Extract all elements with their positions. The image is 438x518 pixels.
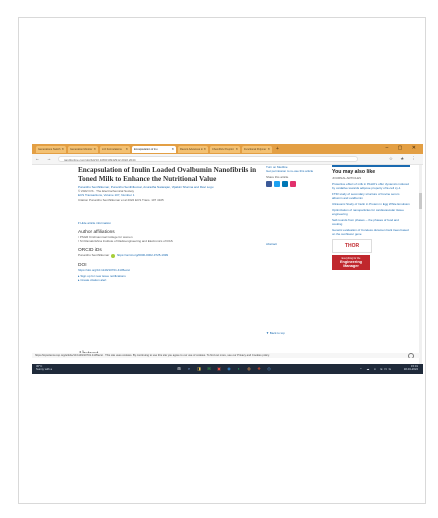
tab-label: Recent Advances in [180, 147, 203, 151]
permission-link[interactable]: Get permission to re-use this article [266, 169, 326, 173]
orcid-link[interactable]: https://orcid.org/0000-0002-3725-1999 [117, 253, 168, 257]
related-article-link[interactable]: Optimization of nanoparticles for cardio… [332, 208, 410, 216]
browser-tab-active[interactable]: Encapsulation of Inu ✕ [132, 145, 176, 153]
windows-taskbar: 30°C Sunny with a ⊞ ⌕ ◨ ✉ ▣ ◉ ◐ ◍ ❖ ◎ ^ ☁ ⏸ ENG 1… [32, 364, 423, 374]
close-icon[interactable]: ✕ [61, 147, 64, 151]
related-article-link[interactable]: Self-rounds from phases -- the phases of… [332, 218, 410, 226]
you-may-like-heading: You may also like [332, 165, 410, 175]
thor-ad[interactable]: THOR [332, 239, 372, 253]
url-field[interactable]: tandfonline.com/doi/full/10.1080/1094291… [58, 156, 358, 162]
affiliation-2: ² Sri Ramakrishna Institute of Radioengi… [78, 239, 173, 244]
taskbar-app-icon[interactable]: ◍ [246, 366, 252, 372]
toolbar-icons[interactable]: ☆ ★ ⋮ [389, 156, 419, 162]
twitter-icon[interactable] [274, 180, 280, 187]
article-citation: Citation Punanthu Senthilkumar et al 202… [78, 197, 164, 202]
system-tray[interactable]: ^ ☁ ⏸ ENG [360, 367, 393, 371]
related-article-link[interactable]: Genetic evaluation of Cureless duramen b… [332, 228, 410, 236]
related-article-link[interactable]: Ultrasonic Study of Inulin in Protein in… [332, 202, 410, 206]
cookie-text: https://iopscience.iop.org/article/10.11… [35, 354, 270, 357]
close-icon[interactable] [408, 353, 414, 358]
taskbar-app-icon[interactable]: ⊞ [176, 366, 182, 372]
browser-tab[interactable]: Functional Polymer ✕ [242, 145, 272, 153]
taskbar-app-icon[interactable]: ❖ [256, 366, 262, 372]
share-buttons [266, 180, 326, 187]
tab-label: ChemRxiv Preprint [212, 147, 234, 151]
related-article-link[interactable]: FTIR study of secondary structure of bov… [332, 192, 410, 200]
article-main: Encapsulation of Inulin Loaded Ovalbumin… [78, 165, 260, 357]
close-icon[interactable]: ✕ [267, 147, 270, 151]
tab-label: LCI Formulations [102, 147, 122, 151]
article-actions: Turn on Medline Get permission to re-use… [266, 165, 326, 335]
article-title: Encapsulation of Inulin Loaded Ovalbumin… [78, 166, 257, 183]
taskbar-app-icon[interactable]: ◉ [226, 366, 232, 372]
clock-date: 18-04-2022 [403, 367, 418, 372]
mendeley-icon[interactable] [290, 180, 296, 187]
taskbar-app-icon[interactable]: ◐ [236, 366, 242, 372]
close-icon[interactable]: ✕ [203, 147, 206, 151]
journal-articles-label: JOURNAL ARTICLES [332, 176, 362, 180]
article-page: Encapsulation of Inulin Loaded Ovalbumin… [32, 165, 423, 364]
tab-label: Generations Switch [38, 147, 61, 151]
taskbar-app-icon[interactable]: ◎ [266, 366, 272, 372]
weather-text: Sunny with a [36, 367, 53, 372]
ad-headline: Engineering Manager [340, 260, 362, 268]
close-icon[interactable]: ✕ [235, 147, 238, 151]
taskbar-app-icon[interactable]: ✉ [206, 366, 212, 372]
browser-tab[interactable]: Generation Monitor ✕ [68, 145, 98, 153]
browser-tab-strip: Generations Switch ✕ Generation Monitor ✕ … [32, 144, 423, 154]
browser-tab[interactable]: Recent Advances in ✕ [178, 145, 208, 153]
browser-tab[interactable]: Generations Switch ✕ [36, 145, 66, 153]
sidebar: You may also like JOURNAL ARTICLES Prote… [332, 165, 410, 270]
abstract-jump-link[interactable]: Abstract [266, 242, 326, 246]
new-tab-button[interactable]: + [276, 146, 279, 152]
tab-label: Encapsulation of Inu [134, 147, 158, 151]
orcid-author: Punanthu Senthilkumar [78, 253, 110, 258]
scrollbar-thumb[interactable] [419, 193, 422, 209]
facebook-icon[interactable] [266, 180, 272, 187]
taskbar-apps: ⊞ ⌕ ◨ ✉ ▣ ◉ ◐ ◍ ❖ ◎ [176, 366, 272, 372]
doi-link[interactable]: https://doi.org/10.1149/10701.4105ecst [78, 268, 260, 272]
hide-info-toggle[interactable]: ▾ Hide article information [78, 221, 260, 225]
browser-tab[interactable]: ChemRxiv Preprint ✕ [210, 145, 240, 153]
taskbar-app-icon[interactable]: ⌕ [186, 366, 192, 372]
window-controls[interactable]: – ▢ ✕ [386, 145, 420, 151]
close-icon[interactable]: ✕ [171, 147, 174, 151]
taskbar-app-icon[interactable]: ▣ [216, 366, 222, 372]
browser-tab[interactable]: LCI Formulations ✕ [100, 145, 130, 153]
cookie-banner: https://iopscience.iop.org/article/10.11… [32, 353, 420, 358]
linkedin-icon[interactable] [282, 180, 288, 187]
orcid-icon [111, 253, 116, 258]
close-icon[interactable]: ✕ [93, 147, 96, 151]
close-icon[interactable]: ✕ [125, 147, 128, 151]
address-bar-row: ← → C tandfonline.com/doi/full/10.1080/1… [32, 154, 423, 165]
orcid-entry: Punanthu Senthilkumar https://orcid.org/… [78, 253, 260, 258]
related-article-link[interactable]: Protective effect of milk in PAHO's offe… [332, 182, 410, 190]
engineering-ad[interactable]: Everything for the Engineering Manager [332, 255, 370, 270]
weather-widget[interactable]: 30°C Sunny with a [36, 364, 53, 372]
tab-label: Generation Monitor [70, 147, 93, 151]
tab-label: Functional Polymer [244, 147, 267, 151]
back-to-top-link[interactable]: ▼ Back to top [266, 331, 326, 335]
taskbar-app-icon[interactable]: ◨ [196, 366, 202, 372]
share-label: Share this article [266, 175, 289, 180]
citation-alert-link[interactable]: ▸ Create citation alert [78, 278, 260, 282]
screenshot: Generations Switch ✕ Generation Monitor ✕ … [32, 144, 423, 374]
clock[interactable]: 15:01 18-04-2022 [403, 364, 418, 372]
